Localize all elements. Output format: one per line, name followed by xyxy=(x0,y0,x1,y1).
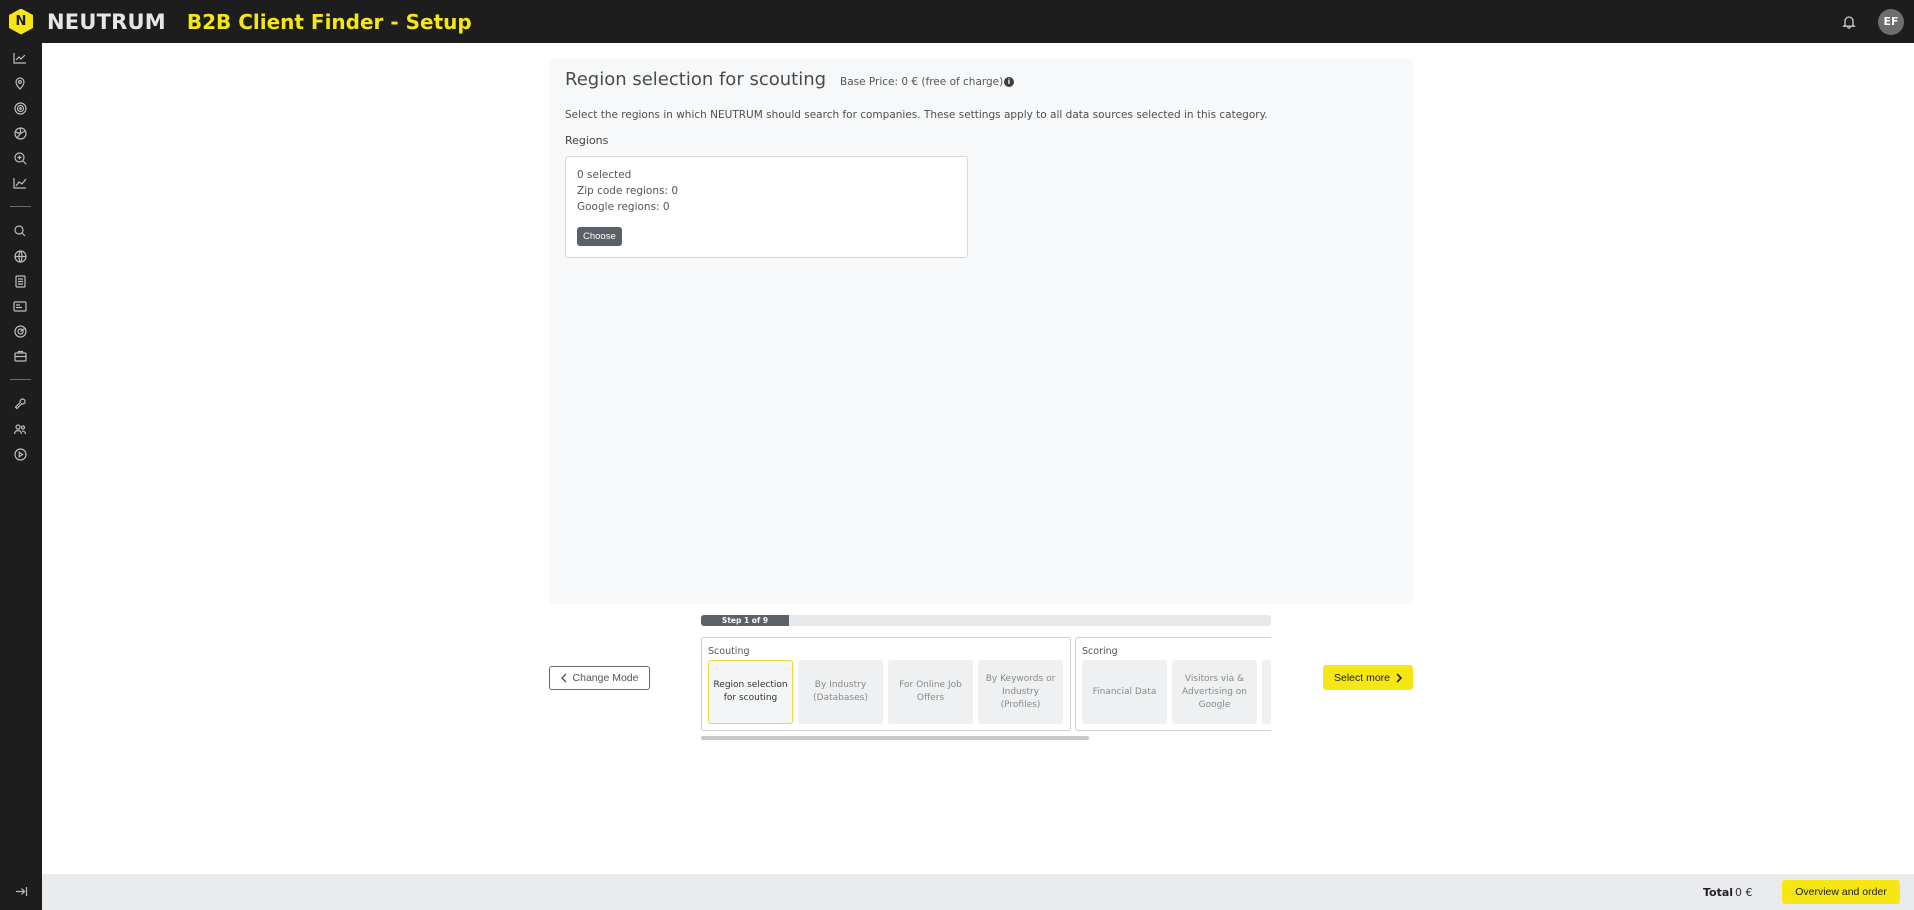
map-pin-icon[interactable] xyxy=(12,76,28,90)
step-progress-fill: Step 1 of 9 xyxy=(701,615,789,626)
step-group-title: Scoring xyxy=(1082,646,1118,657)
footer-bar: Total 0 € Overview and order xyxy=(42,874,1914,910)
top-bar-actions: EF xyxy=(1840,0,1904,43)
step-group-scoring: Scoring Financial Data Visitors via & Ad… xyxy=(1075,637,1271,731)
trend-icon[interactable] xyxy=(12,176,28,190)
panel-title: Region selection for scouting xyxy=(565,69,827,90)
step-google-visitors-advertising[interactable]: Visitors via & Advertising on Google xyxy=(1172,660,1257,724)
wrench-icon[interactable] xyxy=(12,397,28,411)
sidebar-divider xyxy=(10,379,31,380)
brand-name: NEUTRUM xyxy=(47,9,166,34)
logout-icon[interactable] xyxy=(13,884,29,898)
choose-regions-button[interactable]: Choose xyxy=(577,227,622,246)
change-mode-button[interactable]: Change Mode xyxy=(549,666,650,690)
steps-carousel: Scouting Region selection for scouting B… xyxy=(701,637,1271,731)
chevron-left-icon xyxy=(560,673,567,683)
sidebar-divider xyxy=(10,206,31,207)
sidebar xyxy=(0,43,42,910)
bell-icon[interactable] xyxy=(1840,13,1858,31)
radar-icon[interactable] xyxy=(12,324,28,338)
document-icon[interactable] xyxy=(12,274,28,288)
user-avatar[interactable]: EF xyxy=(1878,8,1904,35)
regions-label: Regions xyxy=(565,134,609,147)
overview-and-order-button[interactable]: Overview and order xyxy=(1782,880,1900,904)
chevron-right-icon xyxy=(1396,672,1403,683)
briefcase-icon[interactable] xyxy=(12,349,28,363)
region-selection-panel: Region selection for scouting Base Price… xyxy=(549,59,1413,604)
play-icon[interactable] xyxy=(12,447,28,461)
search-icon[interactable] xyxy=(12,224,28,238)
neutrum-logo-icon[interactable]: N xyxy=(9,8,33,35)
step-group-scouting: Scouting Region selection for scouting B… xyxy=(701,637,1071,731)
total-value: 0 € xyxy=(1735,886,1753,899)
step-by-industry-databases[interactable]: By Industry (Databases) xyxy=(798,660,883,724)
step-keywords-profiles[interactable]: By Keywords or Industry (Profiles) xyxy=(978,660,1063,724)
chart-line-icon[interactable] xyxy=(12,51,28,65)
change-mode-label: Change Mode xyxy=(572,672,639,684)
google-regions-count: Google regions: 0 xyxy=(577,201,670,213)
step-region-selection[interactable]: Region selection for scouting xyxy=(708,660,793,724)
select-more-button[interactable]: Select more xyxy=(1323,665,1413,690)
zip-code-regions-count: Zip code regions: 0 xyxy=(577,185,679,197)
top-bar: N NEUTRUM B2B Client Finder - Setup EF xyxy=(0,0,1914,43)
info-icon[interactable]: i xyxy=(1004,77,1014,87)
search-zoom-icon[interactable] xyxy=(12,151,28,165)
step-progress-bar: Step 1 of 9 xyxy=(701,615,1271,626)
base-price: Base Price: 0 € (free of charge) xyxy=(840,76,1004,88)
step-online-job-offers[interactable]: For Online Job Offers xyxy=(888,660,973,724)
step-group-title: Scouting xyxy=(708,646,750,657)
globe-icon[interactable] xyxy=(12,249,28,263)
step-progress-label: Step 1 of 9 xyxy=(721,616,769,625)
step-financial-data[interactable]: Financial Data xyxy=(1082,660,1167,724)
aperture-icon[interactable] xyxy=(12,126,28,140)
target-icon[interactable] xyxy=(12,101,28,115)
page-title: B2B Client Finder - Setup xyxy=(186,9,472,34)
select-more-label: Select more xyxy=(1333,671,1391,684)
regions-box: 0 selected Zip code regions: 0 Google re… xyxy=(565,156,968,258)
total-label: Total xyxy=(1703,886,1734,899)
panel-description: Select the regions in which NEUTRUM shou… xyxy=(565,109,1268,121)
regions-selected-count: 0 selected xyxy=(577,169,632,181)
users-icon[interactable] xyxy=(12,422,28,436)
steps-horizontal-scrollbar[interactable] xyxy=(701,736,1089,740)
step-next-hidden[interactable] xyxy=(1262,660,1271,724)
id-card-icon[interactable] xyxy=(12,299,28,313)
